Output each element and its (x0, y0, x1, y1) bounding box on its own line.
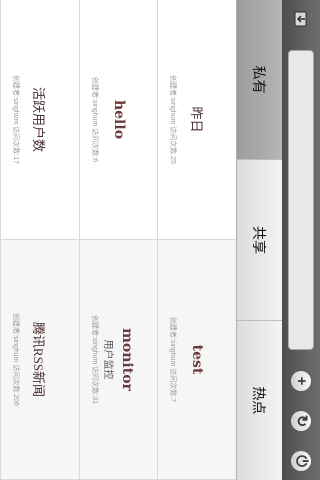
report-subtitle: 用户监控 (102, 339, 114, 380)
report-meta: 创建者:singhum 访问次数:206 (12, 313, 20, 406)
tab-bar: 私有 共享 热点 (236, 0, 282, 480)
report-grid: 昨日 创建者:singhum 访问次数:25 test 创建者:singhum … (0, 0, 236, 480)
report-cell[interactable]: 活跃用户数 创建者:singhum 访问次数:17 (0, 0, 79, 240)
report-title: hello (110, 99, 127, 140)
rotated-content: + ↻ ⏻ 私有 共享 热点 昨日 创建者:singhum 访问次数:25 te… (0, 0, 320, 480)
screen: + ↻ ⏻ 私有 共享 热点 昨日 创建者:singhum 访问次数:25 te… (0, 0, 320, 480)
report-meta: 创建者:singhum 访问次数:7 (169, 316, 177, 403)
report-title: 腾讯RSS新闻 (31, 321, 47, 398)
top-toolbar: + ↻ ⏻ (281, 0, 320, 480)
power-icon[interactable]: ⏻ (286, 446, 316, 476)
tab-private[interactable]: 私有 (237, 0, 282, 161)
report-cell[interactable]: 腾讯RSS新闻 创建者:singhum 访问次数:206 (0, 240, 79, 480)
power-glyph: ⏻ (291, 451, 311, 471)
tab-shared[interactable]: 共享 (237, 160, 282, 321)
report-cell[interactable]: hello 创建者:singhum 访问次数:6 (78, 0, 158, 240)
add-glyph: + (291, 371, 311, 391)
refresh-icon[interactable]: ↻ (286, 406, 316, 436)
report-title: monitor (119, 328, 136, 391)
report-cell[interactable]: test 创建者:singhum 访问次数:7 (157, 240, 236, 480)
home-icon[interactable] (286, 4, 316, 34)
report-meta: 创建者:singhum 访问次数:17 (12, 74, 20, 165)
home-glyph (294, 11, 307, 27)
report-meta: 创建者:singhum 访问次数:6 (90, 76, 98, 163)
search-input[interactable] (288, 50, 314, 350)
report-meta: 创建者:singhum 访问次数:25 (169, 74, 177, 165)
add-icon[interactable]: + (286, 366, 316, 396)
report-cell[interactable]: 昨日 创建者:singhum 访问次数:25 (157, 0, 236, 240)
refresh-glyph: ↻ (291, 411, 311, 431)
report-title: 昨日 (188, 106, 204, 133)
report-title: 活跃用户数 (31, 86, 47, 152)
tab-hot[interactable]: 热点 (237, 320, 282, 480)
report-cell[interactable]: monitor 用户监控 创建者:singhum 访问次数:31 (78, 240, 158, 480)
report-meta: 创建者:singhum 访问次数:31 (90, 314, 98, 405)
report-title: test (189, 344, 206, 375)
